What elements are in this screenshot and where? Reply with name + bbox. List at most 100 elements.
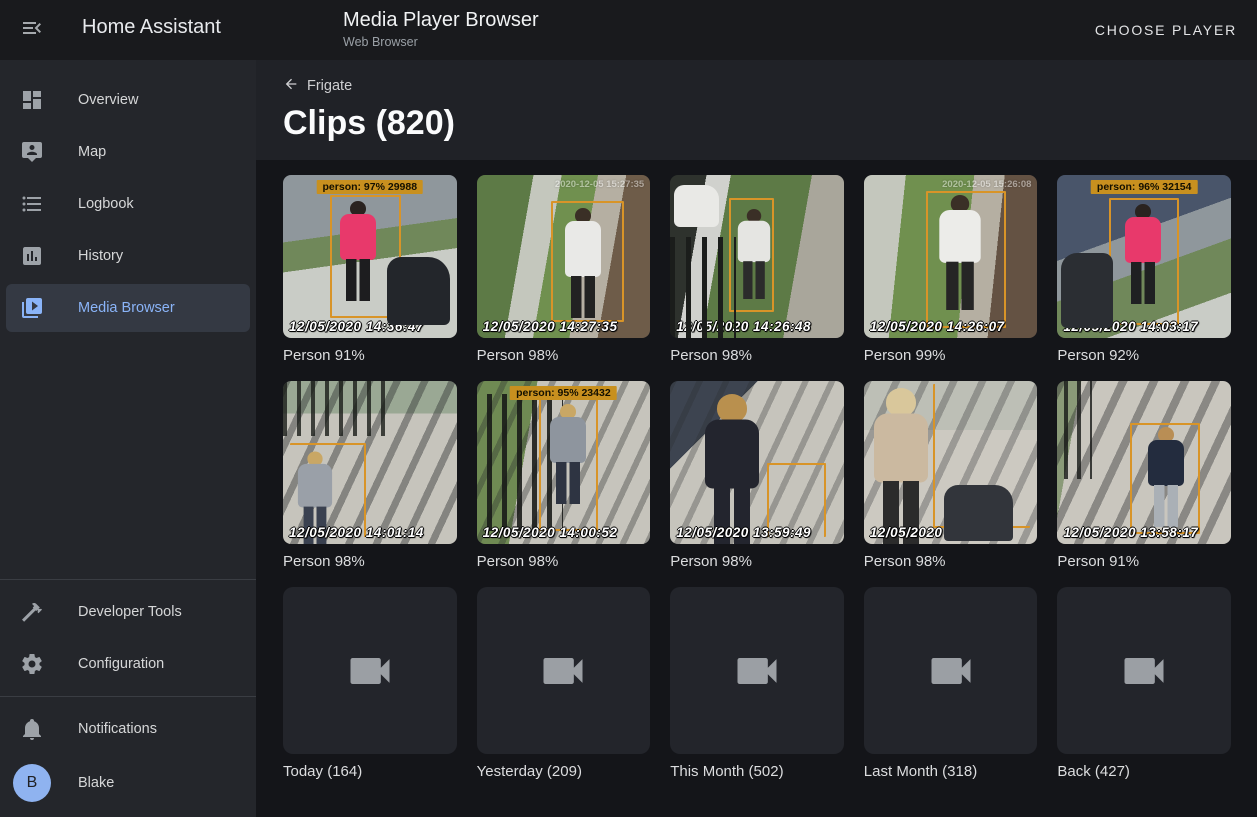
person-figure (565, 208, 601, 318)
sidebar-item-map[interactable]: Map (6, 128, 250, 176)
folder-card[interactable] (477, 587, 651, 754)
sidebar-item-label: Map (78, 144, 106, 160)
folder-label: Back (427) (1057, 763, 1231, 780)
sidebar-item-notifications[interactable]: Notifications (6, 705, 250, 753)
folder-label: Today (164) (283, 763, 457, 780)
person-figure (705, 394, 759, 544)
clip-item[interactable]: 12/05/2020 14:26:48 Person 98% (670, 175, 844, 364)
clip-caption: Person 99% (864, 347, 1038, 364)
page-title: Clips (820) (283, 104, 1257, 143)
media-library-icon (20, 296, 44, 320)
sidebar-item-label: Notifications (78, 721, 157, 737)
folder-label: Yesterday (209) (477, 763, 651, 780)
arrow-left-icon (283, 76, 299, 96)
folder-card[interactable] (670, 587, 844, 754)
clip-timestamp: 12/05/2020 14:26:48 (676, 319, 811, 334)
app-title: Home Assistant (82, 16, 221, 39)
content-header: Frigate Clips (820) (256, 60, 1257, 160)
clip-thumbnail[interactable]: 2020-12-05 15:26:08 12/05/2020 14:26:07 (864, 175, 1038, 338)
chart-icon (20, 244, 44, 268)
video-camera-icon (731, 645, 783, 697)
clip-item[interactable]: 12/05/2020 14:01:14 Person 98% (283, 381, 457, 570)
person-figure (1148, 427, 1184, 527)
clip-caption: Person 98% (670, 553, 844, 570)
folder-card[interactable] (1057, 587, 1231, 754)
folder-card[interactable] (283, 587, 457, 754)
clip-thumbnail[interactable]: person: 97% 29988 12/05/2020 14:36:47 (283, 175, 457, 338)
clip-timestamp: 12/05/2020 14:01:14 (289, 525, 424, 540)
clip-thumbnail[interactable]: 12/05/2020 14:01:14 (283, 381, 457, 544)
video-camera-icon (925, 645, 977, 697)
sidebar-item-overview[interactable]: Overview (6, 76, 250, 124)
sidebar-item-logbook[interactable]: Logbook (6, 180, 250, 228)
media-player-header: Media Player Browser Web Browser (343, 9, 539, 49)
clip-item[interactable]: person: 96% 32154 12/05/2020 14:03:17 Pe… (1057, 175, 1231, 364)
sidebar-item-developer-tools[interactable]: Developer Tools (6, 588, 250, 636)
clip-thumbnail[interactable]: person: 96% 32154 12/05/2020 14:03:17 (1057, 175, 1231, 338)
sidebar-user-profile[interactable]: B Blake (6, 755, 250, 811)
clip-caption: Person 91% (1057, 553, 1231, 570)
clip-caption: Person 98% (864, 553, 1038, 570)
clip-timestamp: 12/05/2020 13:58:17 (1063, 525, 1198, 540)
detection-tag: person: 95% 23432 (510, 386, 617, 400)
folder-item-last-month[interactable]: Last Month (318) (864, 587, 1038, 780)
person-figure (1125, 204, 1161, 304)
folder-item-this-month[interactable]: This Month (502) (670, 587, 844, 780)
clip-item[interactable]: 12/05/2020 13:58:30 Person 98% (864, 381, 1038, 570)
sidebar-item-label: History (78, 248, 123, 264)
camera-osd-timestamp: 2020-12-05 15:26:08 (942, 179, 1031, 190)
page-header-subtitle: Web Browser (343, 35, 539, 49)
clip-item[interactable]: 12/05/2020 13:58:17 Person 91% (1057, 381, 1231, 570)
clip-thumbnail[interactable]: person: 95% 23432 12/05/2020 14:00:52 (477, 381, 651, 544)
clip-item[interactable]: 12/05/2020 13:59:49 Person 98% (670, 381, 844, 570)
clip-caption: Person 98% (477, 553, 651, 570)
choose-player-button[interactable]: CHOOSE PLAYER (1087, 0, 1245, 60)
clip-item[interactable]: 2020-12-05 15:26:08 12/05/2020 14:26:07 … (864, 175, 1038, 364)
folder-item-yesterday[interactable]: Yesterday (209) (477, 587, 651, 780)
clip-caption: Person 98% (670, 347, 844, 364)
clip-thumbnail[interactable]: 12/05/2020 14:26:48 (670, 175, 844, 338)
dashboard-icon (20, 88, 44, 112)
folder-item-today[interactable]: Today (164) (283, 587, 457, 780)
sidebar-item-media-browser[interactable]: Media Browser (6, 284, 250, 332)
person-figure (939, 195, 980, 310)
clip-thumbnail[interactable]: 12/05/2020 13:58:17 (1057, 381, 1231, 544)
clip-item[interactable]: 2020-12-05 15:27:35 12/05/2020 14:27:35 … (477, 175, 651, 364)
clip-thumbnail[interactable]: 2020-12-05 15:27:35 12/05/2020 14:27:35 (477, 175, 651, 338)
sidebar-item-label: Configuration (78, 656, 164, 672)
clip-thumbnail[interactable]: 12/05/2020 13:58:30 (864, 381, 1038, 544)
clip-item[interactable]: person: 97% 29988 12/05/2020 14:36:47 Pe… (283, 175, 457, 364)
clip-caption: Person 91% (283, 347, 457, 364)
sidebar-toggle-button[interactable] (14, 12, 50, 48)
clip-timestamp: 12/05/2020 14:27:35 (483, 319, 618, 334)
clip-caption: Person 92% (1057, 347, 1231, 364)
clip-timestamp: 12/05/2020 14:00:52 (483, 525, 618, 540)
hammer-icon (20, 600, 44, 624)
sidebar-item-label: Logbook (78, 196, 134, 212)
media-browser-content: Frigate Clips (820) person: 97% 29988 12… (256, 60, 1257, 817)
user-name: Blake (78, 775, 114, 791)
top-app-bar: Home Assistant Media Player Browser Web … (0, 0, 1257, 60)
person-figure (340, 201, 376, 301)
bell-icon (20, 717, 44, 741)
sidebar-divider (0, 696, 256, 697)
breadcrumb-back-frigate[interactable]: Frigate (283, 76, 352, 96)
clip-timestamp: 12/05/2020 13:58:30 (870, 525, 1005, 540)
list-icon (20, 192, 44, 216)
sidebar-item-label: Developer Tools (78, 604, 182, 620)
folder-card[interactable] (864, 587, 1038, 754)
video-camera-icon (537, 645, 589, 697)
video-camera-icon (344, 645, 396, 697)
sidebar-item-history[interactable]: History (6, 232, 250, 280)
folder-item-back[interactable]: Back (427) (1057, 587, 1231, 780)
clip-thumbnail[interactable]: 12/05/2020 13:59:49 (670, 381, 844, 544)
detection-tag: person: 97% 29988 (317, 180, 424, 194)
page-header-title: Media Player Browser (343, 9, 539, 32)
sidebar-item-label: Media Browser (78, 300, 175, 316)
breadcrumb-label: Frigate (307, 78, 352, 94)
avatar: B (13, 764, 51, 802)
clip-item[interactable]: person: 95% 23432 12/05/2020 14:00:52 Pe… (477, 381, 651, 570)
clips-grid: person: 97% 29988 12/05/2020 14:36:47 Pe… (256, 160, 1257, 797)
folder-label: This Month (502) (670, 763, 844, 780)
sidebar-item-configuration[interactable]: Configuration (6, 640, 250, 688)
